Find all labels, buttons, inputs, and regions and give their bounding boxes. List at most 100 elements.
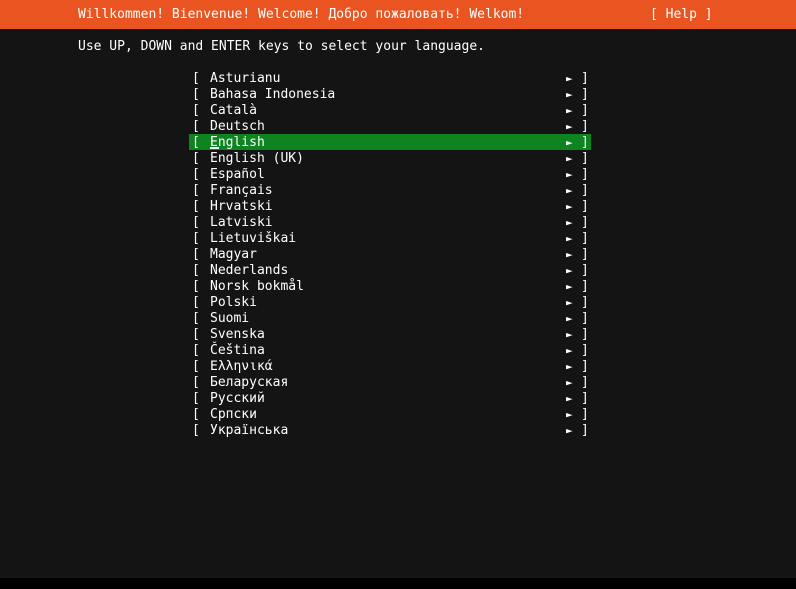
bracket-close: ] — [581, 167, 589, 182]
bracket-close: ] — [581, 199, 589, 214]
bracket-close: ] — [581, 295, 589, 310]
language-label: Čeština — [210, 343, 265, 358]
chevron-right-icon: ► — [566, 408, 573, 421]
language-list-item[interactable]: [Ελληνικά ►] — [189, 358, 591, 374]
bracket-open: [ — [192, 263, 200, 278]
installer-screen: Willkommen! Bienvenue! Welcome! Добро по… — [0, 0, 796, 589]
bracket-open: [ — [192, 231, 200, 246]
bracket-open: [ — [192, 343, 200, 358]
bracket-close: ] — [581, 263, 589, 278]
bracket-open: [ — [192, 87, 200, 102]
help-button[interactable]: [ Help ] — [650, 7, 713, 23]
language-label: Norsk bokmål — [210, 279, 304, 294]
bracket-open: [ — [192, 119, 200, 134]
language-list-item[interactable]: [ Polski ►] — [189, 294, 591, 310]
language-list-item[interactable]: [Српски ►] — [189, 406, 591, 422]
language-label: Latviski — [210, 215, 273, 230]
bracket-open: [ — [192, 247, 200, 262]
bracket-close: ] — [581, 247, 589, 262]
language-label: Magyar — [210, 247, 257, 262]
language-label: Nederlands — [210, 263, 289, 278]
language-list-item[interactable]: [ Magyar ►] — [189, 246, 591, 262]
language-label: Ελληνικά — [210, 359, 273, 374]
language-label: Lietuviškai — [210, 231, 297, 246]
bracket-close: ] — [581, 311, 589, 326]
language-list-item[interactable]: [ Čeština ►] — [189, 342, 591, 358]
language-list: [Asturianu ►] [Bahasa Indonesia ►] [Català ►]… — [189, 70, 591, 438]
header-bar: Willkommen! Bienvenue! Welcome! Добро по… — [0, 0, 796, 29]
bracket-close: ] — [581, 103, 589, 118]
language-list-item[interactable]: [Suomi ►] — [189, 310, 591, 326]
chevron-right-icon: ► — [566, 424, 573, 437]
language-label: Polski — [210, 295, 257, 310]
welcome-greeting: Willkommen! Bienvenue! Welcome! Добро по… — [78, 7, 525, 22]
bracket-open: [ — [192, 359, 200, 374]
language-list-item[interactable]: [Asturianu ►] — [189, 70, 591, 86]
language-list-item[interactable]: [Українська ►] — [189, 422, 591, 438]
language-label: Español — [210, 167, 265, 182]
chevron-right-icon: ► — [566, 104, 573, 117]
bottom-strip — [0, 578, 796, 589]
chevron-right-icon: ► — [566, 392, 573, 405]
language-list-item[interactable]: [Bahasa Indonesia ►] — [189, 86, 591, 102]
chevron-right-icon: ► — [566, 152, 573, 165]
language-list-item[interactable]: [ Svenska ►] — [189, 326, 591, 342]
language-label: Русский — [210, 391, 265, 406]
language-list-item[interactable]: [ Lietuviškai ►] — [189, 230, 591, 246]
bracket-close: ] — [581, 231, 589, 246]
language-list-item[interactable]: [English (UK) ►] — [189, 150, 591, 166]
chevron-right-icon: ► — [566, 312, 573, 325]
chevron-right-icon: ► — [566, 184, 573, 197]
bracket-close: ] — [581, 215, 589, 230]
bracket-close: ] — [581, 151, 589, 166]
language-list-item[interactable]: [Беларуская ►] — [189, 374, 591, 390]
language-list-item[interactable]: [Català ►] — [189, 102, 591, 118]
language-list-item[interactable]: [Español ►] — [189, 166, 591, 182]
chevron-right-icon: ► — [566, 344, 573, 357]
chevron-right-icon: ► — [566, 248, 573, 261]
bracket-close: ] — [581, 279, 589, 294]
bracket-close: ] — [581, 343, 589, 358]
language-list-item[interactable]: [Latviski ►] — [189, 214, 591, 230]
language-label: Беларуская — [210, 375, 289, 390]
text-cursor — [210, 147, 219, 149]
chevron-right-icon: ► — [566, 120, 573, 133]
bracket-open: [ — [192, 199, 200, 214]
bracket-close: ] — [581, 119, 589, 134]
chevron-right-icon: ► — [566, 232, 573, 245]
language-list-item[interactable]: [Русский ►] — [189, 390, 591, 406]
bracket-open: [ — [192, 183, 200, 198]
chevron-right-icon: ► — [566, 296, 573, 309]
bracket-open: [ — [192, 151, 200, 166]
chevron-right-icon: ► — [566, 88, 573, 101]
chevron-right-icon: ► — [566, 280, 573, 293]
bracket-open: [ — [192, 391, 200, 406]
language-label: Français — [210, 183, 273, 198]
language-label: Svenska — [210, 327, 265, 342]
language-label: Suomi — [210, 311, 250, 326]
chevron-right-icon: ► — [566, 216, 573, 229]
bracket-open: [ — [192, 327, 200, 342]
language-list-item[interactable]: [ Français ►] — [189, 182, 591, 198]
language-label: Català — [210, 103, 257, 118]
bracket-close: ] — [581, 135, 589, 150]
language-list-item[interactable]: [ Nederlands ►] — [189, 262, 591, 278]
bracket-close: ] — [581, 183, 589, 198]
chevron-right-icon: ► — [566, 328, 573, 341]
bracket-close: ] — [581, 71, 589, 86]
language-list-item[interactable]: [ Deutsch ►] — [189, 118, 591, 134]
bracket-open: [ — [192, 295, 200, 310]
bracket-open: [ — [192, 407, 200, 422]
bracket-close: ] — [581, 407, 589, 422]
bracket-close: ] — [581, 375, 589, 390]
language-label: Українська — [210, 423, 289, 438]
chevron-right-icon: ► — [566, 264, 573, 277]
bracket-open: [ — [192, 375, 200, 390]
language-label: Bahasa Indonesia — [210, 87, 336, 102]
bracket-close: ] — [581, 327, 589, 342]
language-list-item[interactable]: [English ►] — [189, 134, 591, 150]
language-list-item[interactable]: [Hrvatski ►] — [189, 198, 591, 214]
chevron-right-icon: ► — [566, 360, 573, 373]
language-list-item[interactable]: [Norsk bokmål ►] — [189, 278, 591, 294]
language-label: Deutsch — [210, 119, 265, 134]
